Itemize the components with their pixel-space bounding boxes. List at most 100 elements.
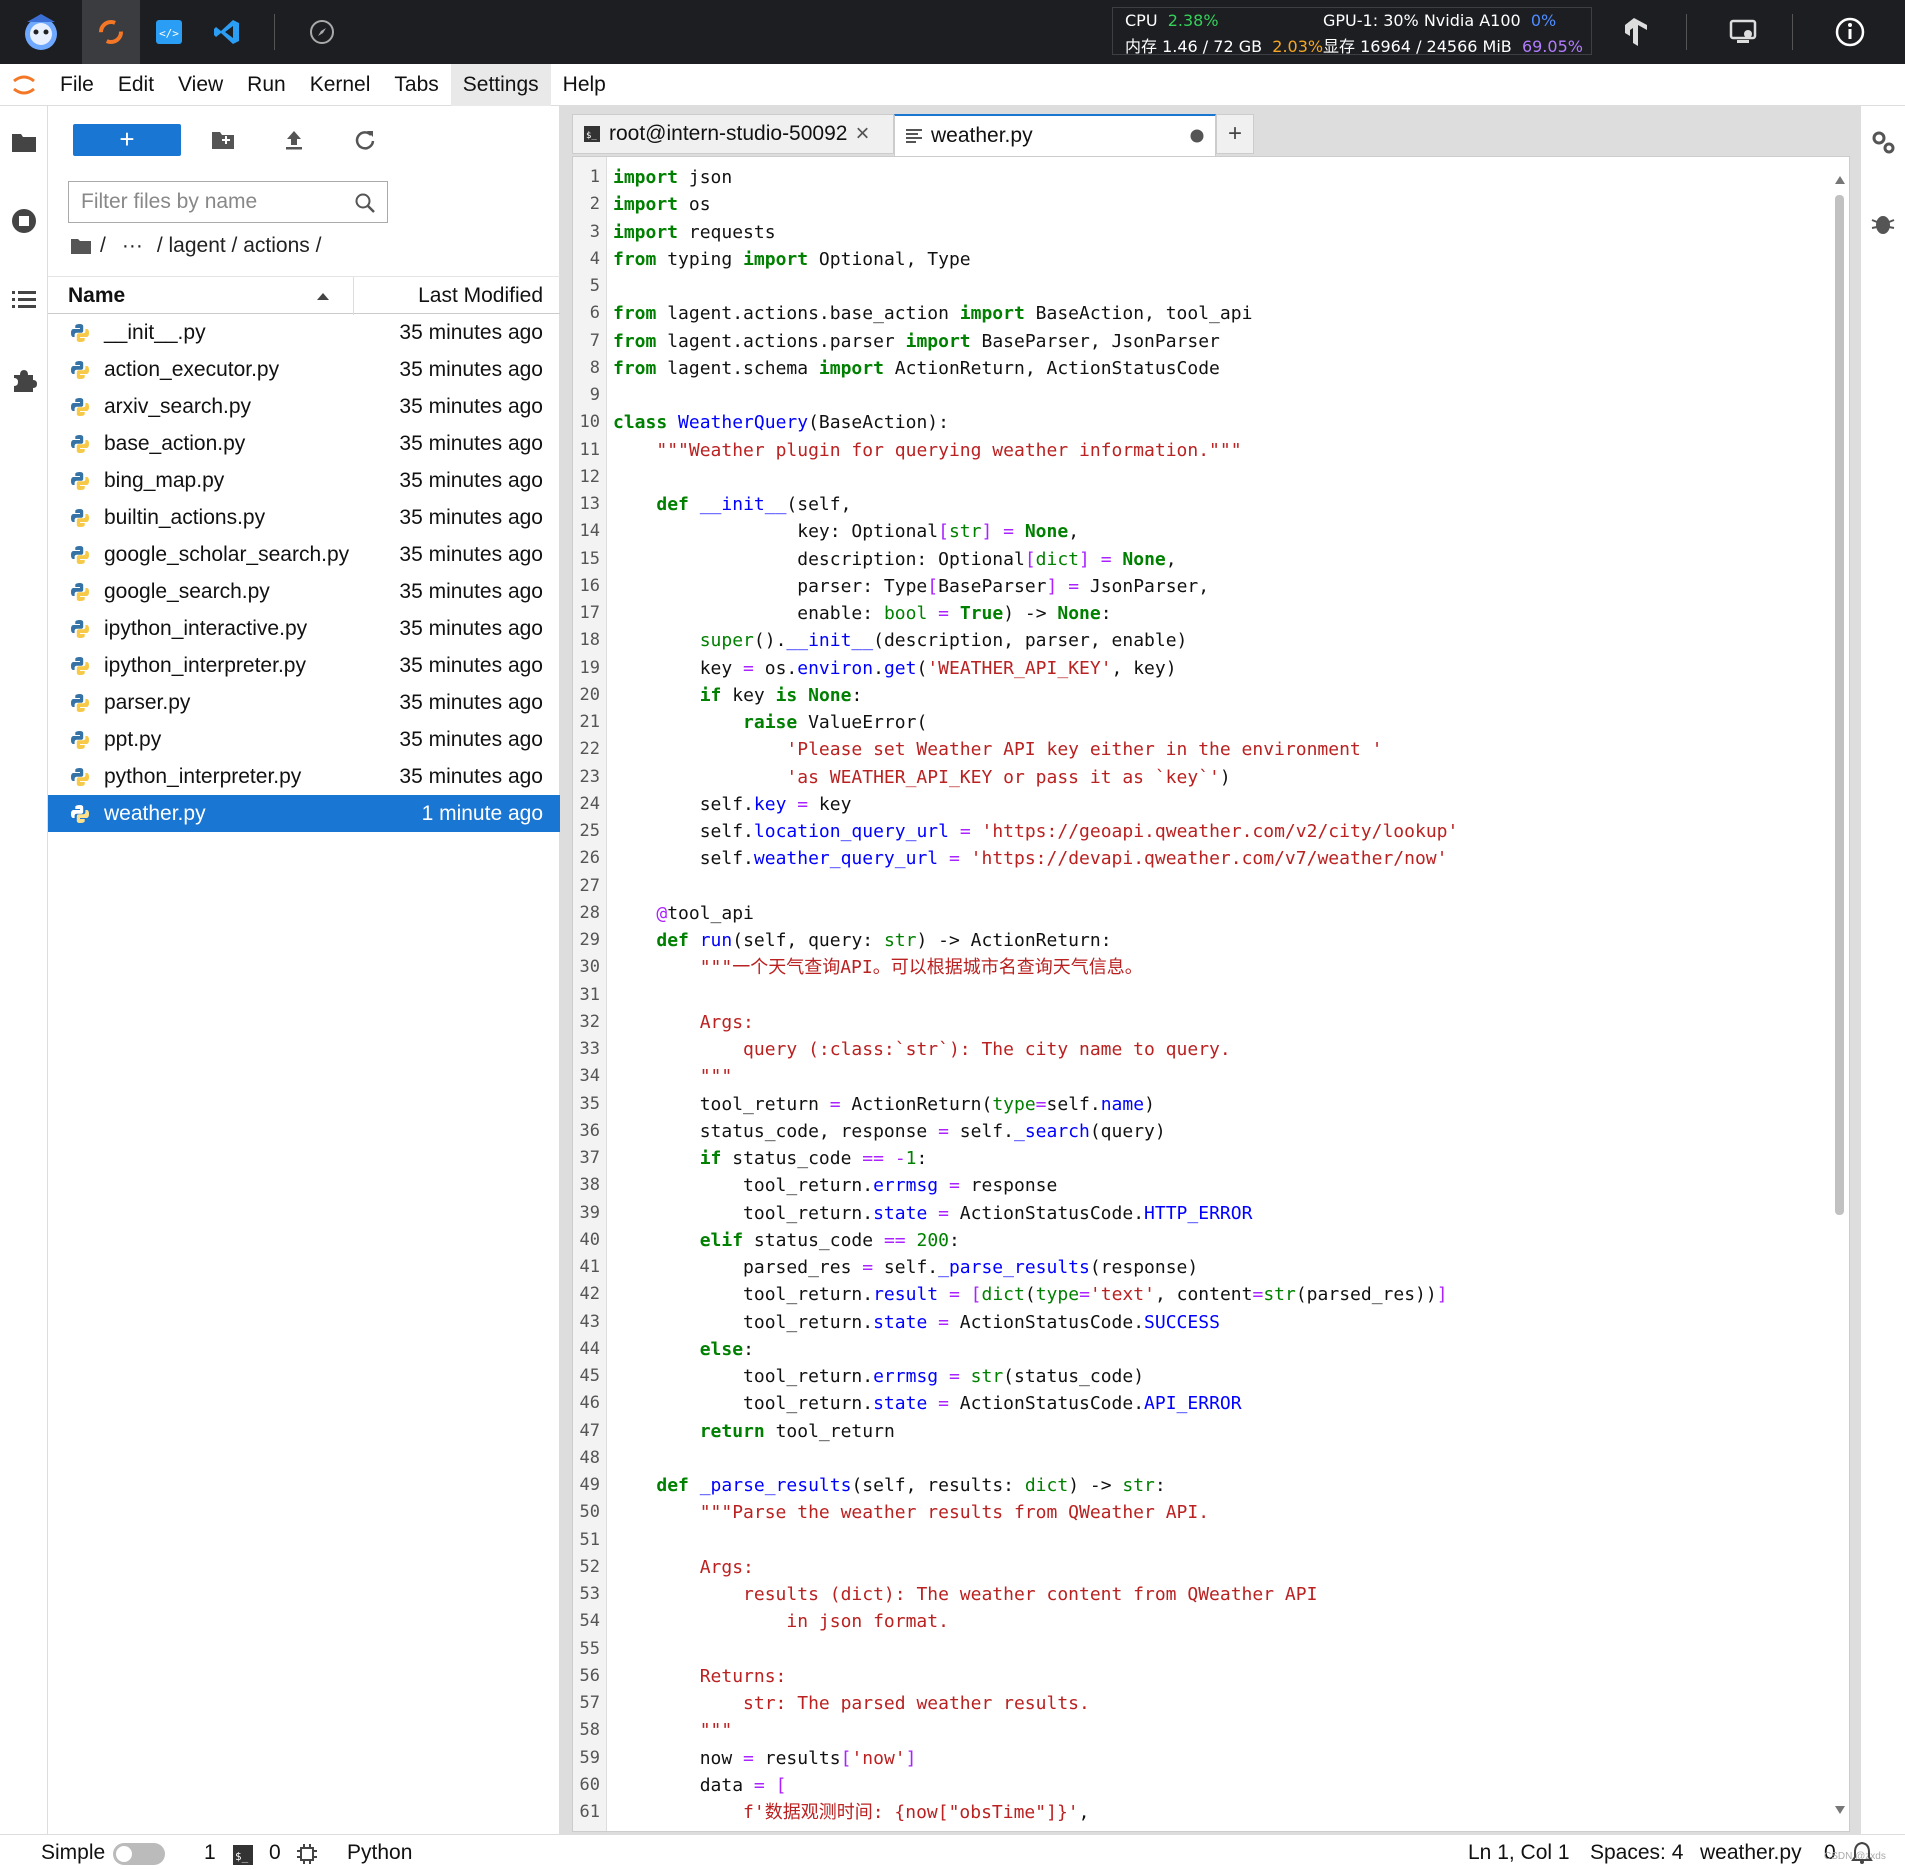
code-line[interactable]: 9 [573, 382, 1458, 409]
code-line[interactable]: 37 if status_code == -1: [573, 1145, 1458, 1172]
code-line[interactable]: 43 tool_return.state = ActionStatusCode.… [573, 1309, 1458, 1336]
menu-edit[interactable]: Edit [106, 64, 166, 106]
folder-icon[interactable] [70, 237, 92, 255]
code-line[interactable]: 50 """Parse the weather results from QWe… [573, 1499, 1458, 1526]
tab-weather-py[interactable]: weather.py [894, 114, 1216, 156]
file-row[interactable]: python_interpreter.py 35 minutes ago [48, 758, 560, 795]
code-line[interactable]: 3 import requests [573, 219, 1458, 246]
code-line[interactable]: 23 'as WEATHER_API_KEY or pass it as `ke… [573, 764, 1458, 791]
app-logo[interactable] [0, 0, 82, 64]
code-line[interactable]: 25 self.location_query_url = 'https://ge… [573, 818, 1459, 845]
kernel-name[interactable]: Python [347, 1841, 412, 1865]
code-line[interactable]: 21 raise ValueError( [573, 709, 1458, 736]
code-line[interactable]: 52 Args: [573, 1554, 1458, 1581]
kernel-count[interactable]: 0 [269, 1841, 281, 1865]
code-line[interactable]: 38 tool_return.errmsg = response [573, 1172, 1458, 1199]
file-row[interactable]: google_search.py 35 minutes ago [48, 573, 560, 610]
code-editor[interactable]: 1 import json 2 import os 3 import requests 4 f… [572, 156, 1850, 1832]
cursor-position[interactable]: Ln 1, Col 1 [1468, 1841, 1570, 1865]
code-line[interactable]: 40 elif status_code == 200: [573, 1227, 1458, 1254]
code-line[interactable]: 53 results (dict): The weather content f… [573, 1581, 1458, 1608]
file-row[interactable]: bing_map.py 35 minutes ago [48, 462, 560, 499]
code-line[interactable]: 20 if key is None: [573, 682, 1458, 709]
code-line[interactable]: 55 [573, 1636, 1458, 1663]
file-row[interactable]: __init__.py 35 minutes ago [48, 314, 560, 351]
code-line[interactable]: 30 """一个天气查询API。可以根据城市名查询天气信息。 [573, 954, 1458, 981]
code-line[interactable]: 35 tool_return = ActionReturn(type=self.… [573, 1091, 1458, 1118]
code-line[interactable]: 49 def _parse_results(self, results: dic… [573, 1472, 1458, 1499]
code-line[interactable]: 6 from lagent.actions.base_action import … [573, 300, 1458, 327]
code-line[interactable]: 47 return tool_return [573, 1418, 1458, 1445]
terminal-count[interactable]: 1 [204, 1841, 216, 1865]
column-name[interactable]: Name [68, 284, 125, 308]
tensorflow-icon[interactable] [1604, 0, 1664, 64]
code-line[interactable]: 18 super().__init__(description, parser,… [573, 627, 1458, 654]
code-line[interactable]: 14 key: Optional[str] = None, [573, 518, 1458, 545]
code-line[interactable]: 27 [573, 873, 1458, 900]
debugger-icon[interactable] [1871, 210, 1895, 241]
file-row[interactable]: weather.py 1 minute ago [48, 795, 560, 832]
code-line[interactable]: 13 def __init__(self, [573, 491, 1458, 518]
menu-file[interactable]: File [48, 64, 106, 106]
indent-spaces[interactable]: Spaces: 4 [1590, 1841, 1683, 1865]
code-line[interactable]: 36 status_code, response = self._search(… [573, 1118, 1458, 1145]
code-line[interactable]: 2 import os [573, 191, 1458, 218]
file-row[interactable]: builtin_actions.py 35 minutes ago [48, 499, 560, 536]
tab-terminal[interactable]: $_ root@intern-studio-50092 × [572, 114, 894, 154]
code-line[interactable]: 33 query (:class:`str`): The city name t… [573, 1036, 1458, 1063]
menu-view[interactable]: View [166, 64, 235, 106]
file-row[interactable]: base_action.py 35 minutes ago [48, 425, 560, 462]
code-line[interactable]: 60 data = [ [573, 1772, 1458, 1799]
code-line[interactable]: 29 def run(self, query: str) -> ActionRe… [573, 927, 1458, 954]
code-line[interactable]: 61 f'数据观测时间: {now["obsTime"]}', [573, 1799, 1458, 1826]
code-line[interactable]: 42 tool_return.result = [dict(type='text… [573, 1281, 1458, 1308]
breadcrumb-ellipsis[interactable]: ··· [122, 234, 143, 258]
code-line[interactable]: 8 from lagent.schema import ActionReturn,… [573, 355, 1458, 382]
scroll-up-icon[interactable] [1834, 175, 1846, 185]
code-line[interactable]: 4 from typing import Optional, Type [573, 246, 1458, 273]
code-line[interactable]: 44 else: [573, 1336, 1458, 1363]
breadcrumb-root[interactable]: / [100, 234, 106, 258]
add-tab-button[interactable]: + [1216, 114, 1254, 154]
code-line[interactable]: 1 import json [573, 164, 1458, 191]
compass-icon[interactable] [293, 0, 351, 64]
extension-icon[interactable] [0, 356, 48, 404]
code-line[interactable]: 48 [573, 1445, 1458, 1472]
code-line[interactable]: 34 """ [573, 1063, 1458, 1090]
menu-run[interactable]: Run [235, 64, 298, 106]
monitor-icon[interactable] [1713, 0, 1773, 64]
simple-mode-toggle[interactable] [113, 1843, 165, 1865]
toc-icon[interactable] [0, 276, 48, 324]
vscode-icon[interactable] [198, 0, 256, 64]
code-line[interactable]: 17 enable: bool = True) -> None: [573, 600, 1458, 627]
code-line[interactable]: 51 [573, 1527, 1458, 1554]
code-line[interactable]: 54 in json format. [573, 1608, 1458, 1635]
file-row[interactable]: action_executor.py 35 minutes ago [48, 351, 560, 388]
new-launcher-button[interactable]: + [73, 124, 181, 156]
vertical-scrollbar[interactable] [1833, 175, 1845, 1815]
bell-icon[interactable] [1851, 1841, 1873, 1865]
code-line[interactable]: 24 self.key = key [573, 791, 1458, 818]
kernel-chip-icon[interactable] [296, 1843, 318, 1865]
property-inspector-icon[interactable] [1869, 128, 1897, 161]
code-line[interactable]: 11 """Weather plugin for querying weathe… [573, 437, 1458, 464]
column-divider[interactable] [353, 277, 354, 315]
code-line[interactable]: 56 Returns: [573, 1663, 1458, 1690]
file-row[interactable]: ppt.py 35 minutes ago [48, 721, 560, 758]
code-line[interactable]: 32 Args: [573, 1009, 1458, 1036]
code-line[interactable]: 31 [573, 982, 1458, 1009]
scrollbar-thumb[interactable] [1835, 195, 1844, 1215]
code-line[interactable]: 41 parsed_res = self._parse_results(resp… [573, 1254, 1458, 1281]
file-row[interactable]: ipython_interactive.py 35 minutes ago [48, 610, 560, 647]
code-line[interactable]: 16 parser: Type[BaseParser] = JsonParser… [573, 573, 1458, 600]
file-row[interactable]: parser.py 35 minutes ago [48, 684, 560, 721]
code-line[interactable]: 7 from lagent.actions.parser import BaseP… [573, 328, 1458, 355]
code-line[interactable]: 26 self.weather_query_url = 'https://dev… [573, 845, 1458, 872]
scroll-down-icon[interactable] [1834, 1805, 1846, 1815]
code-line[interactable]: 15 description: Optional[dict] = None, [573, 546, 1458, 573]
file-row[interactable]: arxiv_search.py 35 minutes ago [48, 388, 560, 425]
code-line[interactable]: 12 [573, 464, 1458, 491]
code-line[interactable]: 59 now = results['now'] [573, 1745, 1458, 1772]
code-line[interactable]: 5 [573, 273, 1458, 300]
close-icon[interactable]: × [855, 120, 869, 148]
